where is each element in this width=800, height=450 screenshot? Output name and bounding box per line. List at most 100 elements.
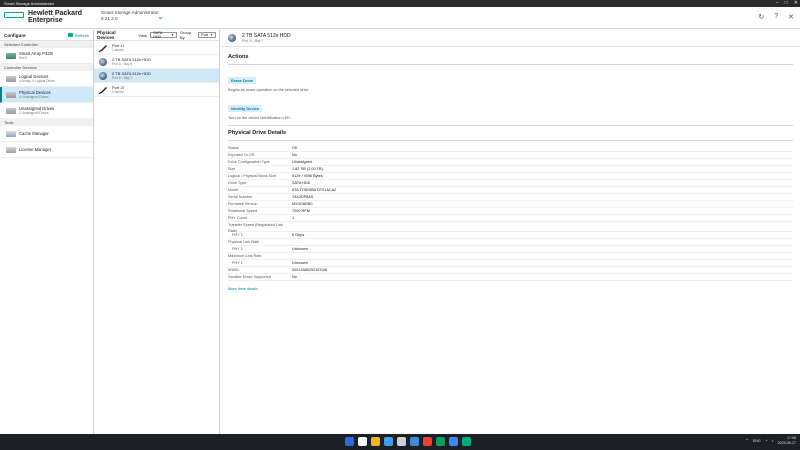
- detail-row: WWID 300143802521ED46: [228, 267, 793, 274]
- drive-subtitle: Port 1I : Bay 7: [242, 39, 264, 43]
- divider: [228, 64, 793, 65]
- clock-date: 2025-06-27: [777, 440, 796, 445]
- view-select[interactable]: SATA HDD ▼: [149, 31, 177, 39]
- detail-key: Exposed To OS: [228, 153, 255, 157]
- nav-sub: 2 Unassigned Drives: [19, 111, 49, 115]
- nav-label: Cache Manager: [19, 131, 49, 136]
- detail-value: 13A3DP8AS: [292, 195, 314, 199]
- item-sub: Port 1I : Bay 7: [112, 76, 133, 80]
- detail-value: Unknown: [292, 261, 308, 265]
- chrome-icon[interactable]: [423, 437, 432, 446]
- app-icon[interactable]: [436, 437, 445, 446]
- license-manager-icon: [6, 146, 16, 153]
- drive-item[interactable]: 2 TB SATA 512e HDD Port 1I : Bay 6: [94, 55, 219, 69]
- store-icon[interactable]: [384, 437, 393, 446]
- details-table: Status OK Exposed To OS No Drive Configura…: [228, 145, 793, 281]
- detail-value: 6 Gbps: [292, 233, 305, 237]
- maximize-icon[interactable]: □: [785, 0, 788, 7]
- wifi-icon[interactable]: ◔: [765, 438, 768, 443]
- nav-physical-devices[interactable]: Physical Devices 4 Unassigned Drives: [0, 87, 93, 103]
- detail-key: Transfer Speed (Negotiated Link Rate): [228, 223, 283, 233]
- system-tray: ⌃ ENG ◔ ♪ 17:08 2025-06-27: [745, 436, 796, 445]
- detail-key: Rotational Speed: [228, 209, 258, 213]
- details-heading: Physical Drive Details: [228, 130, 287, 136]
- erase-drive-description: Begins an erase operation on the selecte…: [228, 88, 310, 92]
- detail-row: Exposed To OS No: [228, 152, 793, 159]
- view-value: SATA HDD: [152, 31, 163, 39]
- refresh-icon[interactable]: ↻: [758, 13, 764, 21]
- refresh-icon: [67, 33, 73, 37]
- nav-logical-devices[interactable]: Logical Devices 0 Arrays, 0 Logical Driv…: [0, 71, 93, 87]
- detail-key: Serial Number: [228, 195, 253, 199]
- hpe-logo: [4, 12, 24, 18]
- chevron-up-icon[interactable]: ⌃: [745, 438, 749, 444]
- more-drive-details-link[interactable]: More drive details: [228, 287, 793, 291]
- detail-key: WWID: [228, 268, 239, 272]
- window-title: Smart Storage Administrator: [4, 1, 55, 6]
- hdd-icon: [99, 57, 107, 66]
- detail-value: No: [292, 275, 297, 279]
- drive-item-selected[interactable]: 2 TB SATA 512e HDD Port 1I : Bay 7: [94, 69, 219, 83]
- nav-license-manager[interactable]: License Manager: [0, 142, 93, 158]
- chevron-down-icon[interactable]: ⌄: [157, 13, 164, 21]
- search-icon[interactable]: [358, 437, 367, 446]
- nav-sub: 4 Unassigned Drives: [19, 95, 49, 99]
- language-indicator[interactable]: ENG: [753, 439, 761, 443]
- settings-icon[interactable]: [397, 437, 406, 446]
- app-header: Hewlett Packard Enterprise Smart Storage…: [0, 7, 800, 29]
- close-icon[interactable]: ✕: [788, 13, 794, 21]
- detail-value: No: [292, 153, 297, 157]
- nav-label: License Manager: [19, 147, 52, 152]
- detail-key: PHY Count: [228, 216, 247, 220]
- section-tools: Tools: [0, 119, 93, 126]
- nav-unassigned-drives[interactable]: Unassigned Drives 2 Unassigned Drives: [0, 103, 93, 119]
- nav-cache-manager[interactable]: Cache Manager: [0, 126, 93, 142]
- section-selected-controller: Selected Controller: [0, 41, 93, 48]
- detail-key: PHY 1: [232, 261, 243, 265]
- refresh-button[interactable]: Refresh: [67, 33, 89, 38]
- divider: [228, 125, 793, 126]
- speaker-icon[interactable]: ♪: [771, 438, 773, 443]
- identify-device-button[interactable]: Identify Device: [228, 105, 263, 112]
- physical-devices-icon: [6, 91, 16, 98]
- edge-icon[interactable]: [410, 437, 419, 446]
- detail-key: Sanitize Erase Supported: [228, 275, 272, 279]
- port-item[interactable]: Port 1I 1 device: [94, 41, 219, 55]
- detail-key: Logical / Physical Block Size: [228, 174, 277, 178]
- hdd-icon: [99, 71, 107, 80]
- files-icon[interactable]: [371, 437, 380, 446]
- detail-row: Drive Configuration Type Unassigned: [228, 159, 793, 166]
- item-sub: Port 1I : Bay 6: [112, 62, 133, 66]
- clock[interactable]: 17:08 2025-06-27: [778, 436, 796, 445]
- brand-line2: Enterprise: [28, 17, 63, 24]
- drive-detail-panel: 2 TB SATA 512e HDD Port 1I : Bay 7 Actio…: [221, 30, 800, 434]
- detail-value: 1: [292, 216, 295, 220]
- detail-row: Physical Link Rate: [228, 239, 793, 246]
- detail-value: SATA HDD: [292, 181, 311, 185]
- nav-sub: 0 Arrays, 0 Logical Drives: [19, 79, 56, 83]
- cache-manager-icon: [6, 130, 16, 137]
- configure-panel: Configure Refresh Selected Controller Sm…: [0, 30, 94, 434]
- detail-row: Serial Number 13A3DP8AS: [228, 194, 793, 201]
- port-icon: [98, 86, 107, 94]
- detail-key: Drive Configuration Type: [228, 160, 270, 164]
- app-icon[interactable]: [449, 437, 458, 446]
- chevron-down-icon: ▼: [170, 33, 174, 37]
- help-icon[interactable]: ?: [774, 13, 778, 21]
- minimize-icon[interactable]: –: [776, 0, 779, 7]
- port-item[interactable]: Port 2I 1 device: [94, 83, 219, 97]
- detail-row: PHY Count 1: [228, 215, 793, 222]
- item-sub: 1 device: [112, 90, 124, 94]
- window-close-icon[interactable]: ✕: [794, 0, 798, 7]
- detail-key: Status: [228, 146, 239, 150]
- controller-item[interactable]: Smart Array P420i Slot 0: [0, 48, 93, 64]
- item-sub: 1 device: [112, 48, 124, 52]
- unassigned-drives-icon: [6, 107, 16, 114]
- erase-drive-button[interactable]: Erase Drive: [228, 77, 257, 84]
- detail-row: Transfer Speed (Negotiated Link Rate): [228, 222, 793, 233]
- group-by-select[interactable]: Port ▼: [198, 32, 216, 38]
- ssa-icon[interactable]: [462, 437, 471, 446]
- start-icon[interactable]: [345, 437, 354, 446]
- view-label: View: [138, 32, 147, 38]
- detail-row: PHY 1 6 Gbps: [228, 232, 793, 239]
